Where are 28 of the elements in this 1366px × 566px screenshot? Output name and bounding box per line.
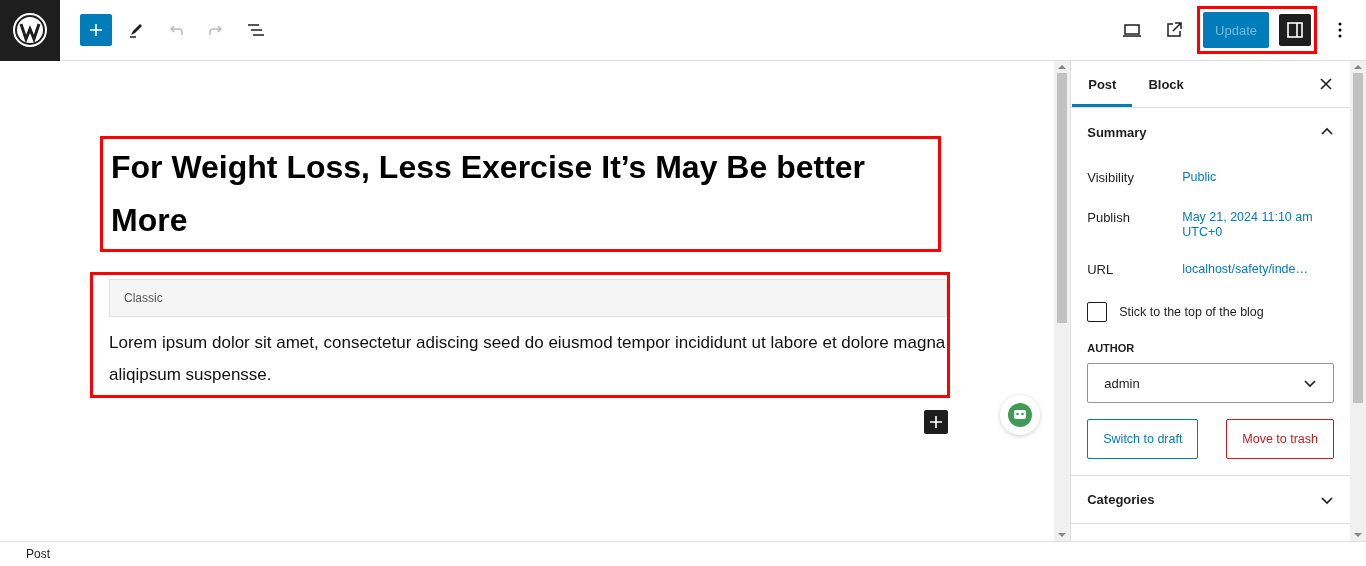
wordpress-logo[interactable] [0, 0, 60, 61]
add-block-button[interactable] [924, 410, 948, 434]
list-view-icon [246, 22, 266, 38]
robot-icon[interactable] [1000, 395, 1040, 435]
field-label: Publish [1087, 210, 1131, 227]
field-label: URL [1087, 262, 1115, 277]
sidebar-tab[interactable]: Block [1132, 61, 1200, 107]
draft-button[interactable]: Switch to draft [1087, 419, 1199, 459]
scrollbar[interactable] [1350, 61, 1366, 541]
plus-icon [88, 22, 104, 38]
checkbox[interactable] [1087, 302, 1108, 322]
classic-block-toolbar[interactable]: Classic [109, 279, 947, 317]
panel-header[interactable]: Summary [1071, 108, 1350, 156]
sidebar-icon [1286, 21, 1304, 39]
checkbox-label[interactable]: Stick to the top of the blog [1119, 305, 1264, 319]
trash-button[interactable]: Move to trash [1226, 419, 1334, 459]
field-link[interactable]: localhost/safety/inde… [1182, 262, 1334, 277]
author-select[interactable]: admin [1087, 363, 1334, 403]
field-link[interactable]: Public [1182, 170, 1334, 185]
author-label: AUTHOR [1087, 342, 1136, 354]
sidebar-tab[interactable]: Post [1072, 61, 1133, 107]
field-link[interactable]: May 21, 2024 11:10 am UTC+0 [1182, 210, 1334, 240]
plus-icon [929, 415, 943, 429]
scrollbar[interactable] [1054, 61, 1071, 541]
field-label: Visibility [1087, 170, 1135, 185]
breadcrumb[interactable]: Post [26, 547, 50, 561]
close-icon [1319, 77, 1333, 91]
paragraph-text: Lorem ipsum dolor sit amet, consectetur adiscing seed do eiusmod tempor incididunt ut labore et dolore magna aliqipsum suspensse. [109, 332, 947, 386]
